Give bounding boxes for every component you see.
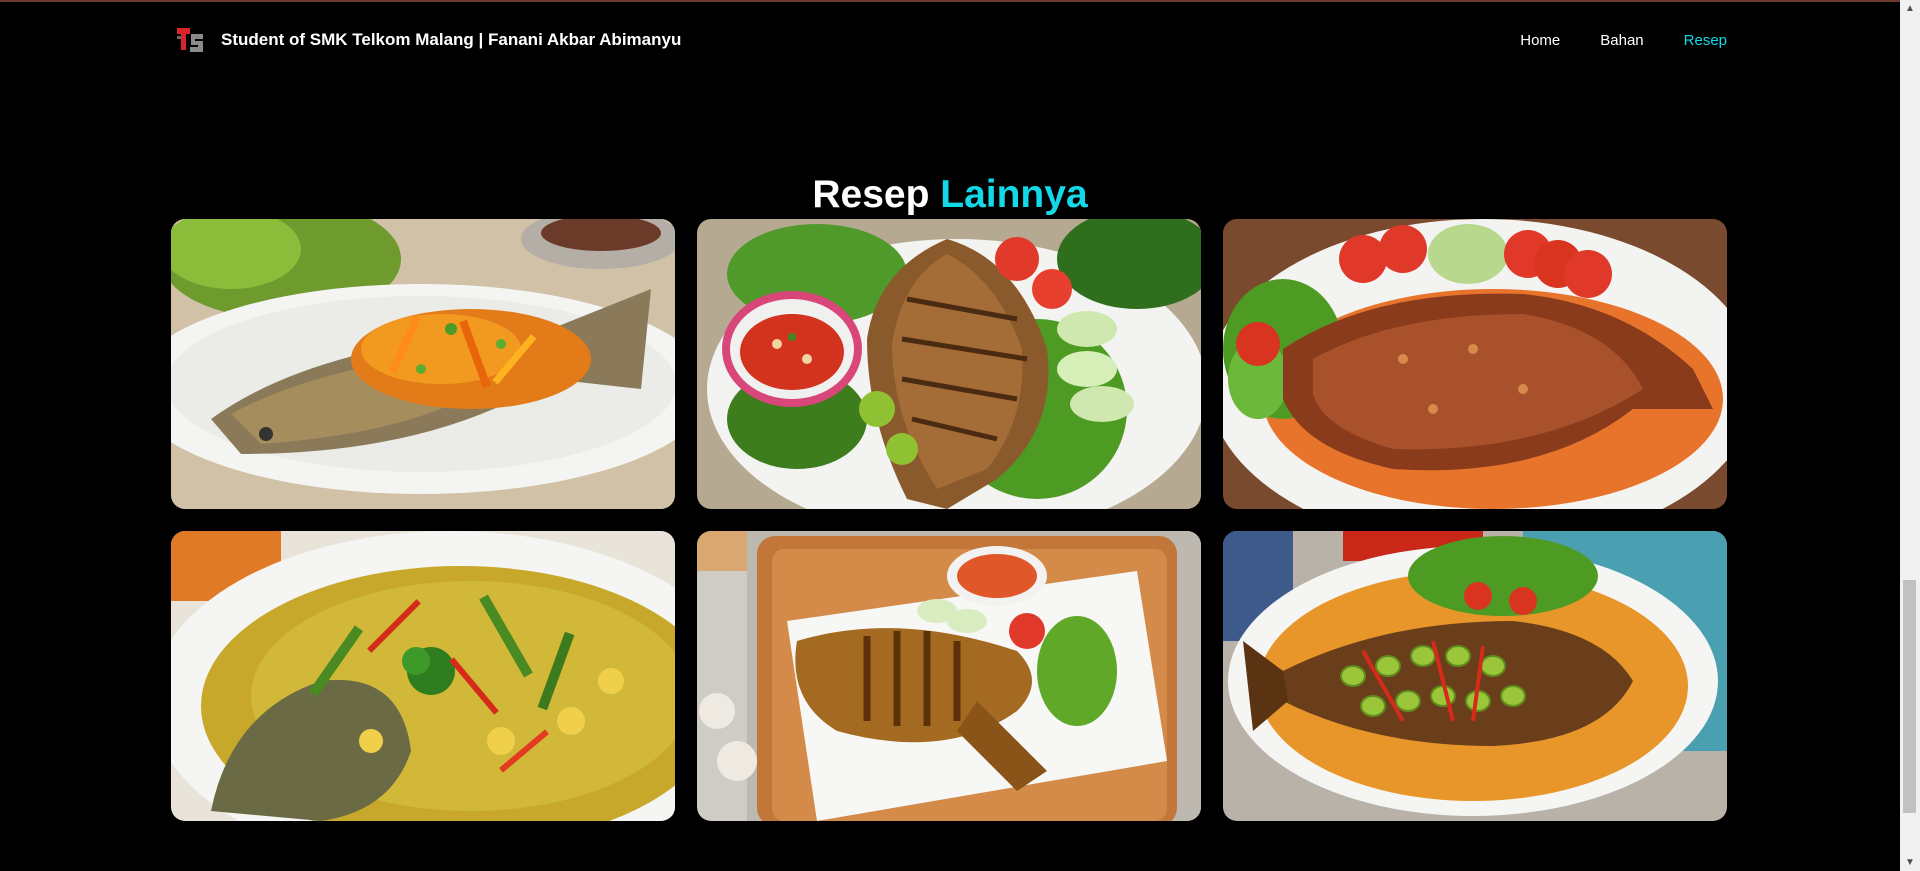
telkom-schools-logo-icon	[177, 28, 203, 52]
page-scrollbar[interactable]: ▲ ▼	[1900, 0, 1920, 871]
recipe-card-3[interactable]	[1223, 219, 1727, 509]
fried-fish-sweet-sour-sauce-photo	[171, 219, 675, 509]
recipe-card-4[interactable]	[171, 531, 675, 821]
recipe-card-2[interactable]	[697, 219, 1201, 509]
fish-with-petai-sauce-photo	[1223, 531, 1727, 821]
scroll-up-arrow-icon[interactable]: ▲	[1900, 0, 1920, 17]
fried-gurame-with-sambal-photo	[697, 531, 1201, 821]
nav-link-resep[interactable]: Resep	[1684, 32, 1727, 49]
brand[interactable]: Student of SMK Telkom Malang | Fanani Ak…	[177, 26, 681, 54]
section-title-main: Resep	[812, 173, 930, 217]
fish-in-yellow-curry-photo	[171, 531, 675, 821]
recipe-card-1[interactable]	[171, 219, 675, 509]
section-title: Resep Lainnya	[0, 170, 1900, 220]
recipe-grid	[171, 219, 1728, 821]
recipe-card-6[interactable]	[1223, 531, 1727, 821]
scrollbar-thumb[interactable]	[1903, 580, 1916, 813]
grilled-fish-with-sambal-photo	[697, 219, 1201, 509]
nav-menu: Home Bahan Resep	[1480, 32, 1727, 49]
section-title-accent: Lainnya	[940, 173, 1088, 217]
recipe-card-5[interactable]	[697, 531, 1201, 821]
scroll-down-arrow-icon[interactable]: ▼	[1900, 854, 1920, 871]
page: Student of SMK Telkom Malang | Fanani Ak…	[0, 0, 1920, 871]
nav-link-home[interactable]: Home	[1520, 32, 1560, 49]
nav-link-bahan[interactable]: Bahan	[1600, 32, 1643, 49]
brand-title: Student of SMK Telkom Malang | Fanani Ak…	[221, 30, 682, 49]
fish-with-spicy-topping-photo	[1223, 219, 1727, 509]
navbar: Student of SMK Telkom Malang | Fanani Ak…	[0, 2, 1900, 76]
